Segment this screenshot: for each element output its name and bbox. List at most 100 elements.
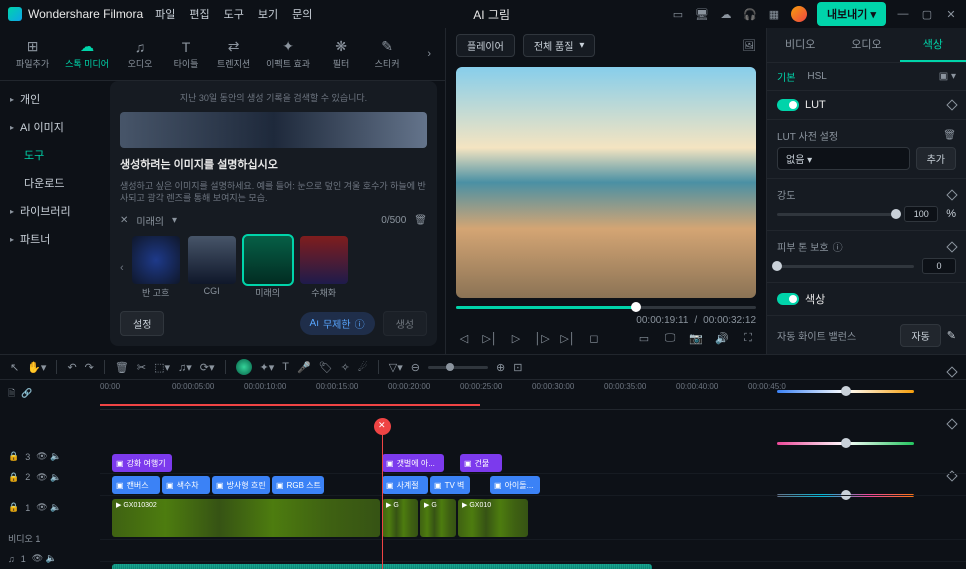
track-audio-1[interactable]: ♫ Hello World [100,562,966,569]
clip[interactable]: ▣캔버스 [112,476,160,494]
intensity-value[interactable]: 100 [904,206,938,222]
timeline-magnet-icon[interactable]: 🔗 [21,388,32,399]
track-1-video[interactable]: ▶ GX010302▶ G▶ G▶ GX010 [100,496,966,540]
cloud-icon[interactable]: ☁ [719,7,733,21]
media-tab[interactable]: T타이틀 [165,35,207,74]
tab-color[interactable]: 색상 [900,28,966,62]
generate-button[interactable]: 생성 [383,311,427,336]
clip[interactable]: ▣RGB 스트 [272,476,324,494]
lut-add-button[interactable]: 추가 [916,147,956,170]
keyframe-icon[interactable] [946,99,957,110]
intensity-slider[interactable] [777,213,896,216]
clip[interactable]: ▣갯벌에 아... [382,454,444,472]
timeline-link-icon[interactable]: 🗎 [8,386,15,402]
effects-icon[interactable]: ✦▾ [260,361,275,374]
undo-icon[interactable]: ↶ [67,361,76,374]
color-toggle[interactable] [777,293,799,305]
fit-icon[interactable]: ⊡ [513,361,522,374]
tag-icon[interactable]: 🏷 [319,361,333,374]
trash-icon[interactable]: 🗑 [414,215,427,226]
ruler-bar[interactable] [100,398,966,410]
keyframe-icon[interactable] [946,241,957,252]
track-head-2[interactable]: 🔒 2 👁 🔈 [0,467,100,487]
sidebar-item[interactable]: 도구 [0,141,110,169]
display-icon[interactable]: 🖵 [662,330,678,346]
maximize-icon[interactable]: ▢ [920,7,934,21]
stop-button[interactable]: ◻ [586,330,602,346]
media-tab[interactable]: ⊞파일추가 [10,34,55,74]
grid-icon[interactable]: ▦ [767,7,781,21]
prev-button[interactable]: ◁ [456,330,472,346]
track-2[interactable]: ▣캔버스▣색수차▣방사형 흐린▣RGB 스트▣사계절▣TV 벽▣아이돌... [100,474,966,496]
image-icon[interactable]: 🖼 [742,39,756,53]
clip[interactable]: ▶ GX010302 [112,499,380,537]
chevron-right-icon[interactable]: › [423,48,435,60]
clip[interactable]: ▶ G [420,499,456,537]
clip[interactable]: ▣TV 벽 [430,476,470,494]
sidebar-item[interactable]: ▸개인 [0,85,110,113]
crop-icon[interactable]: ⬚▾ [154,361,170,374]
redo-icon[interactable]: ↷ [85,361,94,374]
style-card[interactable]: 수채화 [300,236,348,299]
zoom-slider[interactable] [428,366,488,369]
hand-icon[interactable]: ✋▾ [27,361,46,374]
support-icon[interactable]: 🎧 [743,7,757,21]
pointer-icon[interactable]: ↖ [10,361,19,374]
style-card[interactable]: 미래의 [244,236,292,299]
clip[interactable]: ▣강화 여행기 [112,454,172,472]
style-card[interactable]: 반 고흐 [132,236,180,299]
menu-tools[interactable]: 도구 [224,6,244,22]
media-tab[interactable]: ♫오디오 [119,35,161,74]
next-button[interactable]: ▷│ [560,330,576,346]
media-tab[interactable]: ❋필터 [320,34,362,74]
menu-edit[interactable]: 편집 [189,6,209,22]
music-icon[interactable]: ♫▾ [178,361,192,374]
quality-select[interactable]: 전체 품질 ▾ [523,34,596,57]
screen-icon[interactable]: ▭ [671,7,685,21]
clip[interactable]: ▶ G [382,499,418,537]
step-back-button[interactable]: ▷│ [482,330,498,346]
shuffle-icon[interactable]: ✕ [120,215,128,226]
speed-icon[interactable]: ⟳▾ [200,361,215,374]
zoom-out-icon[interactable]: ⊖ [411,361,420,374]
mic-icon[interactable]: 🎤 [297,361,311,374]
close-icon[interactable]: ✕ [944,7,958,21]
avatar[interactable] [791,6,807,22]
menu-file[interactable]: 파일 [155,6,175,22]
mixer-icon[interactable]: ☄ [358,361,368,374]
media-tab[interactable]: ☁스톡 미디어 [59,34,115,74]
player-select[interactable]: 플레이어 [456,34,515,57]
tab-video[interactable]: 비디오 [767,28,833,62]
lut-toggle[interactable] [777,99,799,111]
track-head-3[interactable]: 🔒 3 👁 🔈 [0,447,100,467]
sidebar-item[interactable]: ▸파트너 [0,225,110,253]
compare-icon[interactable]: ▣ ▾ [939,71,956,82]
cut-icon[interactable]: ✂ [137,361,146,374]
clip[interactable]: ▶ GX010 [458,499,528,537]
track-head-a1[interactable]: ♫ 1 👁 🔈 [0,549,100,569]
expand-icon[interactable]: ⛶ [740,330,756,346]
subtab-hsl[interactable]: HSL [807,71,826,82]
clip[interactable]: ▣아이돌... [490,476,540,494]
chevron-left-icon[interactable]: ‹ [120,262,124,274]
sidebar-item[interactable]: ▸AI 이미지 [0,113,110,141]
menu-help[interactable]: 문의 [292,6,312,22]
subtab-basic[interactable]: 기본 [777,69,795,84]
skin-value[interactable]: 0 [922,258,956,274]
snapshot-icon[interactable]: 📷 [688,330,704,346]
sidebar-item[interactable]: ▸라이브러리 [0,197,110,225]
progress-bar[interactable] [456,306,756,309]
clip[interactable]: ▣건물 [460,454,502,472]
playhead[interactable] [382,380,383,569]
clip[interactable]: ▣사계절 [382,476,428,494]
lut-preset-select[interactable]: 없음 ▾ [777,147,910,170]
step-fwd-button[interactable]: │▷ [534,330,550,346]
unlimited-badge[interactable]: Aı 무제한 ⓘ [300,312,375,335]
marker-icon[interactable]: ▽▾ [389,361,403,374]
awb-button[interactable]: 자동 [900,324,940,347]
tab-audio[interactable]: 오디오 [833,28,899,62]
ratio-label[interactable]: 미래의 [136,213,164,228]
clip[interactable]: ▣방사형 흐린 [212,476,270,494]
media-tab[interactable]: ✦이펙트 효과 [260,34,316,74]
style-card[interactable]: CGI [188,236,236,299]
